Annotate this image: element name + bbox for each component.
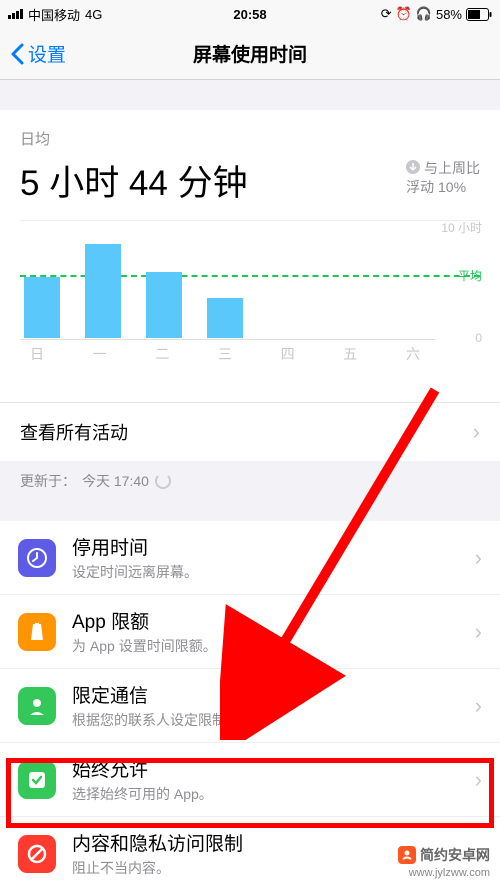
watermark-title: 简约安卓网 [420, 845, 490, 865]
activity-label: 查看所有活动 [20, 419, 473, 445]
lock-icon: ⟳ [381, 6, 392, 22]
y-top-label: 10 小时 [441, 219, 482, 236]
chart-bar [146, 272, 182, 338]
avg-label: 平均 [458, 267, 482, 284]
arrow-down-icon [406, 160, 420, 178]
settings-item-2[interactable]: 限定通信根据您的联系人设定限制。› [0, 669, 500, 743]
settings-icon [18, 761, 56, 799]
chevron-right-icon: › [473, 419, 480, 445]
watermark-logo-icon [398, 846, 416, 864]
signal-icon [8, 9, 23, 19]
page-title: 屏幕使用时间 [193, 40, 307, 67]
settings-title: 限定通信 [72, 681, 475, 708]
day-label: 四 [281, 344, 295, 364]
day-label: 日 [30, 344, 44, 364]
updated-time: 今天 17:40 [82, 471, 149, 491]
chart-bar [85, 244, 121, 338]
weekly-change: 与上周比 浮动 10% [406, 159, 480, 197]
settings-icon [18, 613, 56, 651]
battery-icon [466, 8, 492, 21]
settings-item-1[interactable]: App 限额为 App 设置时间限额。› [0, 595, 500, 669]
usage-chart: 10 小时 0 平均 日 一 二 三 四 五 六 [20, 220, 480, 390]
headphones-icon: 🎧 [416, 6, 432, 22]
settings-sub: 为 App 设置时间限额。 [72, 636, 475, 656]
settings-title: 停用时间 [72, 533, 475, 560]
day-label: 五 [343, 344, 357, 364]
chevron-right-icon: › [475, 767, 482, 793]
battery-pct: 58% [436, 7, 462, 22]
carrier-label: 中国移动 [28, 5, 80, 24]
chevron-left-icon [10, 43, 24, 65]
status-bar: 中国移动 4G 20:58 ⟳ ⏰ 🎧 58% [0, 0, 500, 28]
day-label: 二 [155, 344, 169, 364]
chart-bar [24, 277, 60, 338]
settings-title: App 限额 [72, 607, 475, 634]
alarm-icon: ⏰ [396, 6, 412, 22]
day-label: 三 [218, 344, 232, 364]
daily-avg-time: 5 小时 44 分钟 [20, 155, 394, 206]
settings-icon [18, 539, 56, 577]
network-label: 4G [85, 7, 102, 22]
spinner-icon [155, 473, 171, 489]
daily-avg-label: 日均 [20, 128, 480, 149]
watermark-url: www.jylzww.com [409, 867, 490, 879]
settings-sub: 选择始终可用的 App。 [72, 784, 475, 804]
back-button[interactable]: 设置 [10, 40, 66, 67]
chevron-right-icon: › [475, 619, 482, 645]
updated-row: 更新于： 今天 17:40 [0, 461, 500, 501]
settings-title: 始终允许 [72, 755, 475, 782]
back-label: 设置 [28, 40, 66, 67]
daily-card: 日均 5 小时 44 分钟 与上周比 浮动 10% 10 小时 0 平均 日 一 二… [0, 110, 500, 402]
watermark: 简约安卓网 www.jylzww.com [398, 845, 490, 879]
updated-prefix: 更新于： [20, 471, 76, 491]
settings-icon [18, 835, 56, 873]
day-label: 六 [406, 344, 420, 364]
y-bottom-label: 0 [475, 331, 482, 345]
settings-item-0[interactable]: 停用时间设定时间远离屏幕。› [0, 521, 500, 595]
chevron-right-icon: › [475, 545, 482, 571]
settings-item-3[interactable]: 始终允许选择始终可用的 App。› [0, 743, 500, 817]
view-all-activity[interactable]: 查看所有活动 › [0, 402, 500, 461]
day-label: 一 [93, 344, 107, 364]
chevron-right-icon: › [475, 693, 482, 719]
nav-bar: 设置 屏幕使用时间 [0, 28, 500, 80]
status-time: 20:58 [233, 7, 266, 22]
chart-bar [207, 298, 243, 338]
settings-sub: 根据您的联系人设定限制。 [72, 710, 475, 730]
settings-sub: 设定时间远离屏幕。 [72, 562, 475, 582]
settings-icon [18, 687, 56, 725]
settings-list: 停用时间设定时间远离屏幕。›App 限额为 App 设置时间限额。›限定通信根据… [0, 521, 500, 890]
